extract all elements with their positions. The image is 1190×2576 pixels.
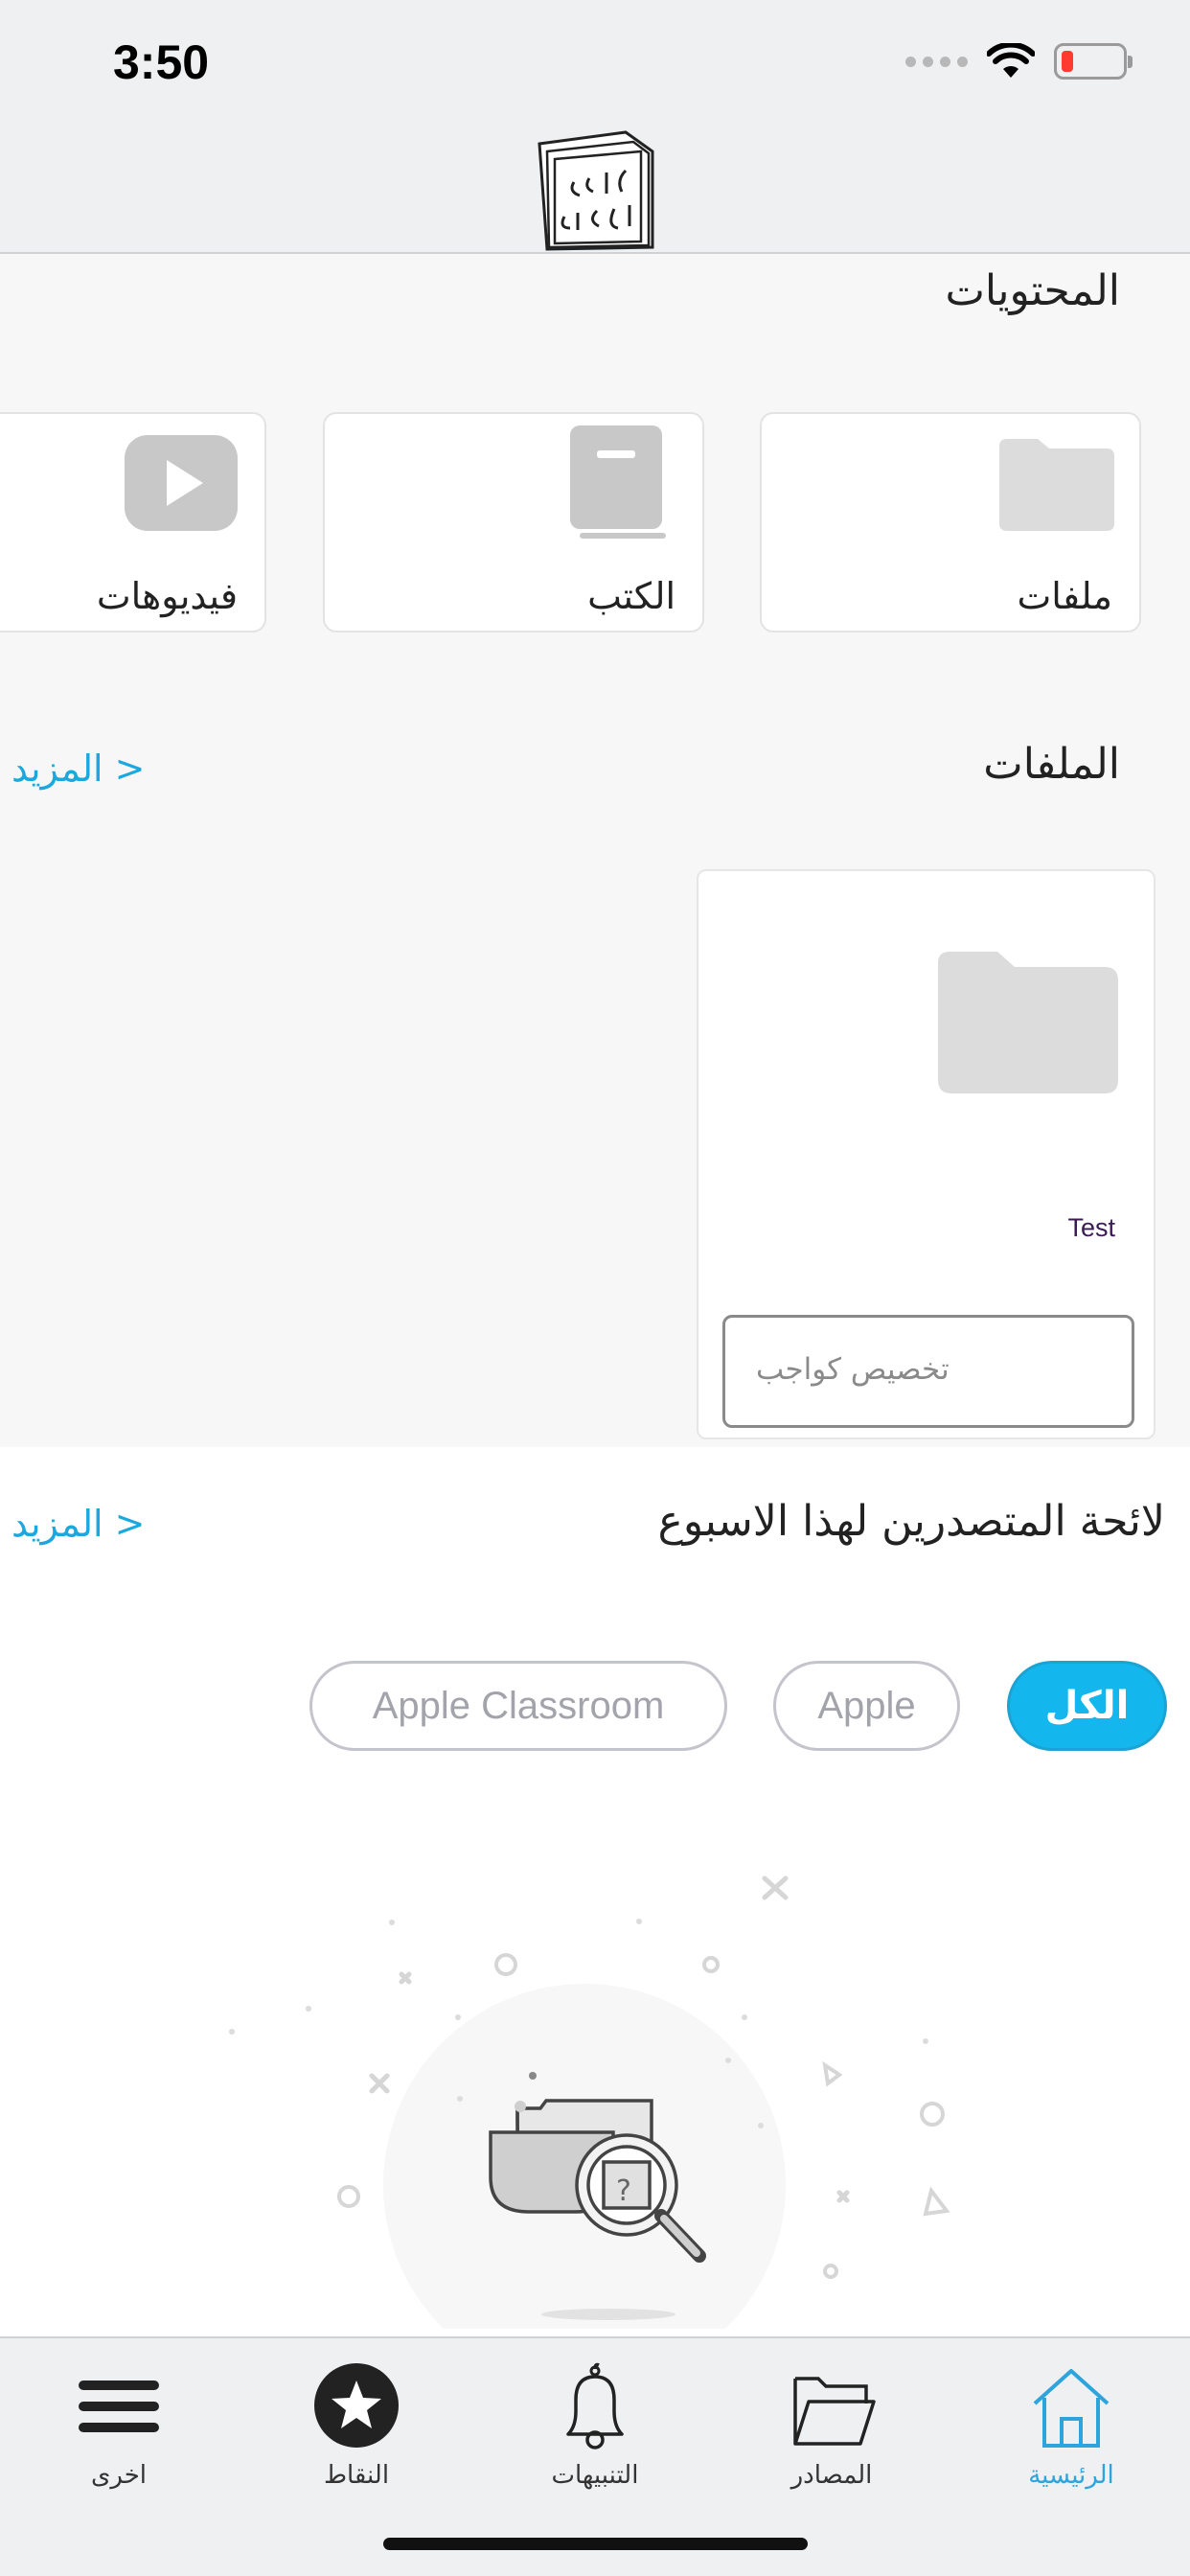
cellular-signal-icon xyxy=(905,56,968,67)
folder-icon xyxy=(793,2377,876,2446)
tab-label: اخرى xyxy=(91,2461,147,2490)
contents-title: المحتويات xyxy=(945,266,1120,315)
filter-chip-all[interactable]: الكل xyxy=(1007,1661,1167,1751)
filter-chip-apple[interactable]: Apple xyxy=(773,1661,960,1751)
files-more-link[interactable]: < المزيد xyxy=(11,748,146,790)
assign-as-homework-label: تخصيص كواجب xyxy=(756,1352,950,1387)
status-time: 3:50 xyxy=(113,35,210,89)
contents-card-books[interactable]: الكتب xyxy=(323,412,704,632)
assign-as-homework-button[interactable]: تخصيص كواجب xyxy=(722,1315,1134,1428)
leaderboard-more-link[interactable]: < المزيد xyxy=(11,1503,146,1545)
contents-card-videos[interactable]: فيديوهات xyxy=(0,412,266,632)
file-name: Test xyxy=(1067,1213,1115,1242)
menu-icon xyxy=(79,2380,159,2432)
tab-notifications[interactable]: التنبيهات xyxy=(499,2358,691,2501)
tab-label: الرئيسية xyxy=(1028,2461,1114,2490)
status-icons xyxy=(905,42,1133,80)
tab-points[interactable]: النقاط xyxy=(261,2358,452,2501)
app-logo xyxy=(538,130,654,251)
top-bar: 3:50 xyxy=(0,0,1190,254)
files-title: الملفات xyxy=(983,740,1120,789)
star-icon xyxy=(314,2363,399,2448)
contents-card-label: الكتب xyxy=(587,575,675,617)
svg-text:?: ? xyxy=(616,2174,631,2208)
bell-icon xyxy=(566,2362,624,2450)
contents-card-files[interactable]: ملفات xyxy=(760,412,1141,632)
book-icon xyxy=(570,426,666,539)
app-screen: 3:50 المحتويات ملفات الكتب فيديوهات المل… xyxy=(0,0,1190,2576)
video-play-icon xyxy=(125,435,238,531)
leaderboard-title: لائحة المتصدرين لهذا الاسبوع xyxy=(657,1497,1165,1546)
tab-label: المصادر xyxy=(790,2461,873,2490)
contents-card-label: فيديوهات xyxy=(96,575,238,617)
empty-state-illustration: ? xyxy=(229,1875,950,2329)
filter-chip-apple-classroom[interactable]: Apple Classroom xyxy=(309,1661,727,1751)
tab-resources[interactable]: المصادر xyxy=(736,2358,927,2501)
wifi-icon xyxy=(987,43,1035,78)
file-card[interactable]: Test تخصيص كواجب xyxy=(697,869,1156,1439)
tab-label: التنبيهات xyxy=(551,2461,639,2490)
tab-label: النقاط xyxy=(323,2461,390,2490)
battery-icon xyxy=(1054,43,1133,80)
tab-home[interactable]: الرئيسية xyxy=(975,2358,1167,2501)
home-icon xyxy=(1033,2369,1110,2448)
tab-more[interactable]: اخرى xyxy=(23,2358,215,2501)
folder-icon xyxy=(999,439,1114,531)
folder-icon xyxy=(938,952,1118,1093)
contents-card-label: ملفات xyxy=(1017,575,1112,617)
home-indicator[interactable] xyxy=(383,2538,808,2550)
